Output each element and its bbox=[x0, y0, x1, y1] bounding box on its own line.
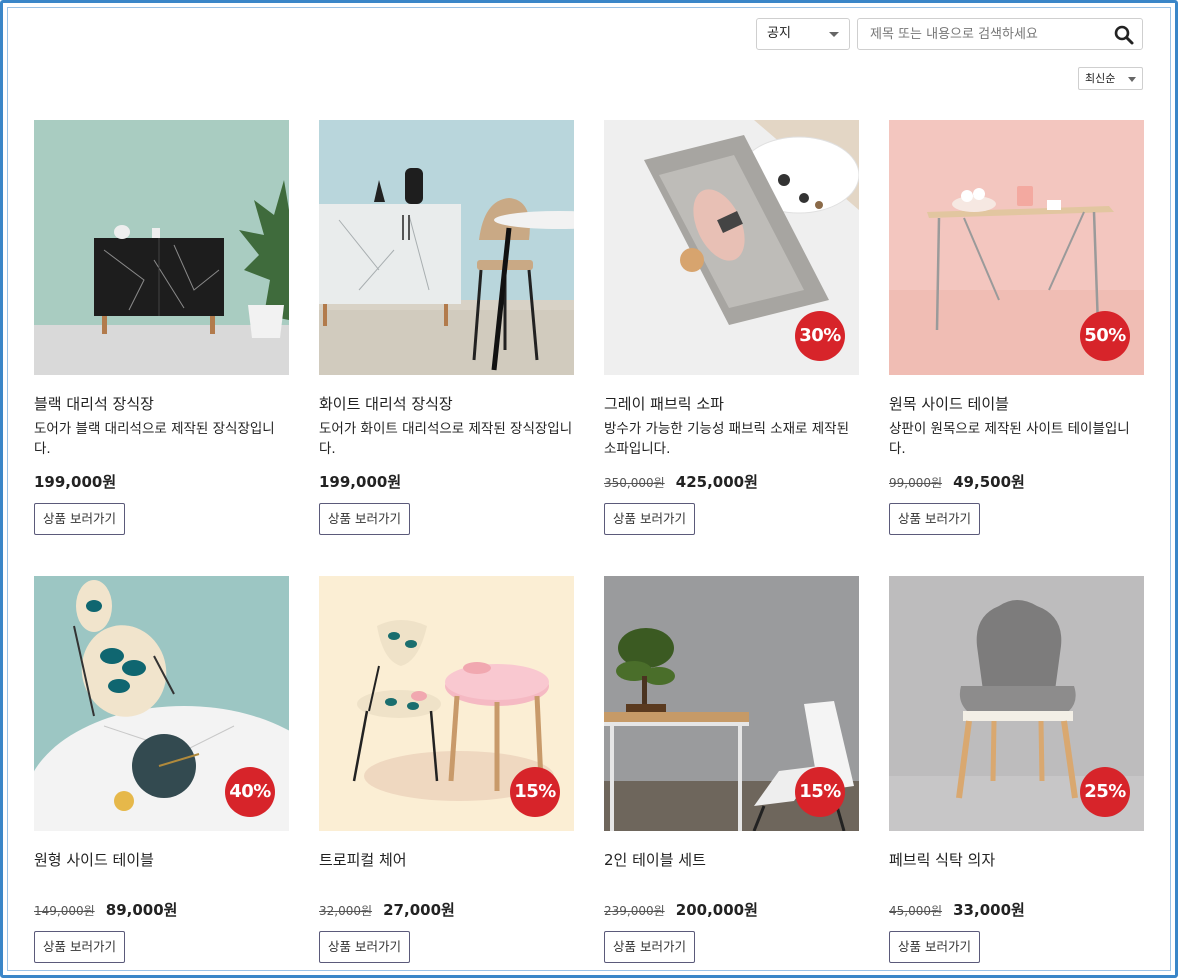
search-box bbox=[857, 18, 1143, 50]
product-image[interactable]: 25% bbox=[889, 576, 1144, 831]
view-product-button[interactable]: 상품 보러가기 bbox=[319, 931, 410, 963]
search-icon[interactable] bbox=[1112, 23, 1136, 47]
product-image[interactable]: 15% bbox=[604, 576, 859, 831]
product-image[interactable] bbox=[34, 120, 289, 375]
discount-badge: 40% bbox=[225, 767, 275, 817]
price-row: 45,000원 33,000원 bbox=[889, 899, 1145, 919]
product-description: 방수가 가능한 기능성 패브릭 소재로 제작된 소파입니다. bbox=[604, 421, 850, 457]
product-description bbox=[319, 875, 575, 887]
sort-select[interactable]: 최신순 bbox=[1078, 67, 1143, 90]
discount-badge: 15% bbox=[795, 767, 845, 817]
product-description: 상판이 원목으로 제작된 사이트 테이블입니다. bbox=[889, 421, 1130, 457]
category-select[interactable]: 공지 bbox=[756, 18, 850, 50]
price-row: 350,000원 425,000원 bbox=[604, 471, 860, 491]
product-card: 25% 페브릭 식탁 의자 45,000원 33,000원 상품 보러가기 bbox=[889, 576, 1145, 963]
product-description bbox=[34, 875, 290, 887]
discount-badge: 30% bbox=[795, 311, 845, 361]
original-price: 350,000원 bbox=[604, 476, 665, 490]
product-image[interactable]: 15% bbox=[319, 576, 574, 831]
price-row: 239,000원 200,000원 bbox=[604, 899, 860, 919]
product-card: 15% 2인 테이블 세트 239,000원 200,000원 상품 보러가기 bbox=[604, 576, 860, 963]
original-price: 239,000원 bbox=[604, 904, 665, 918]
product-price: 49,500원 bbox=[953, 473, 1025, 491]
product-description bbox=[604, 875, 860, 887]
product-name: 페브릭 식탁 의자 bbox=[889, 851, 996, 869]
price-row: 199,000원 bbox=[319, 471, 575, 491]
product-name: 그레이 패브릭 소파 bbox=[604, 395, 724, 413]
price-row: 32,000원 27,000원 bbox=[319, 899, 575, 919]
category-select-value: 공지 bbox=[767, 26, 791, 41]
product-price: 27,000원 bbox=[383, 901, 455, 919]
product-image[interactable]: 50% bbox=[889, 120, 1144, 375]
product-description bbox=[889, 875, 1145, 887]
product-name: 화이트 대리석 장식장 bbox=[319, 395, 453, 413]
product-price: 199,000원 bbox=[34, 473, 117, 491]
sort-select-value: 최신순 bbox=[1085, 72, 1116, 85]
chevron-down-icon bbox=[1128, 77, 1136, 82]
product-image[interactable]: 40% bbox=[34, 576, 289, 831]
price-row: 149,000원 89,000원 bbox=[34, 899, 290, 919]
product-card: 50% 원목 사이드 테이블 상판이 원목으로 제작된 사이트 테이블입니다. … bbox=[889, 120, 1145, 535]
product-price: 33,000원 bbox=[953, 901, 1025, 919]
view-product-button[interactable]: 상품 보러가기 bbox=[319, 503, 410, 535]
product-price: 89,000원 bbox=[105, 901, 178, 919]
product-price: 199,000원 bbox=[319, 473, 402, 491]
view-product-button[interactable]: 상품 보러가기 bbox=[604, 503, 695, 535]
price-row: 99,000원 49,500원 bbox=[889, 471, 1145, 491]
product-card: 40% 원형 사이드 테이블 149,000원 89,000원 상품 보러가기 bbox=[34, 576, 290, 963]
product-card: 30% 그레이 패브릭 소파 방수가 가능한 기능성 패브릭 소재로 제작된 소… bbox=[604, 120, 860, 535]
product-image[interactable] bbox=[319, 120, 574, 375]
product-price: 200,000원 bbox=[675, 901, 758, 919]
product-card: 블랙 대리석 장식장 도어가 블랙 대리석으로 제작된 장식장입니다. 199,… bbox=[34, 120, 290, 535]
discount-badge: 50% bbox=[1080, 311, 1130, 361]
product-price: 425,000원 bbox=[675, 473, 758, 491]
product-card: 15% 트로피컬 체어 32,000원 27,000원 상품 보러가기 bbox=[319, 576, 575, 963]
search-input[interactable] bbox=[858, 19, 1108, 49]
view-product-button[interactable]: 상품 보러가기 bbox=[34, 931, 125, 963]
product-card: 화이트 대리석 장식장 도어가 화이트 대리석으로 제작된 장식장입니다. 19… bbox=[319, 120, 575, 535]
product-name: 트로피컬 체어 bbox=[319, 851, 407, 869]
discount-badge: 15% bbox=[510, 767, 560, 817]
product-description: 도어가 화이트 대리석으로 제작된 장식장입니다. bbox=[319, 421, 573, 457]
view-product-button[interactable]: 상품 보러가기 bbox=[889, 503, 980, 535]
product-name: 블랙 대리석 장식장 bbox=[34, 395, 154, 413]
view-product-button[interactable]: 상품 보러가기 bbox=[889, 931, 980, 963]
product-name: 2인 테이블 세트 bbox=[604, 851, 706, 869]
original-price: 99,000원 bbox=[889, 476, 943, 490]
discount-badge: 25% bbox=[1080, 767, 1130, 817]
product-name: 원목 사이드 테이블 bbox=[889, 395, 1009, 413]
original-price: 149,000원 bbox=[34, 904, 95, 918]
original-price: 32,000원 bbox=[319, 904, 373, 918]
product-name: 원형 사이드 테이블 bbox=[34, 851, 154, 869]
view-product-button[interactable]: 상품 보러가기 bbox=[604, 931, 695, 963]
product-image[interactable]: 30% bbox=[604, 120, 859, 375]
price-row: 199,000원 bbox=[34, 471, 290, 491]
chevron-down-icon bbox=[829, 32, 839, 37]
product-description: 도어가 블랙 대리석으로 제작된 장식장입니다. bbox=[34, 421, 275, 457]
original-price: 45,000원 bbox=[889, 904, 943, 918]
view-product-button[interactable]: 상품 보러가기 bbox=[34, 503, 125, 535]
